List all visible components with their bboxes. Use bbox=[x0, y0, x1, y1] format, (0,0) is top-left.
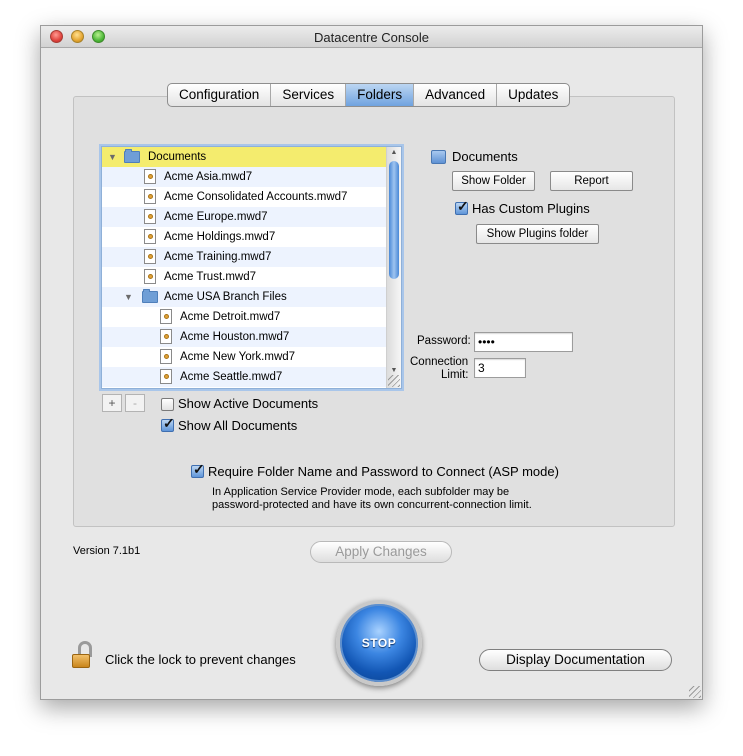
title-bar[interactable]: Datacentre Console bbox=[41, 26, 702, 48]
window-resize-grip-icon[interactable] bbox=[689, 686, 701, 698]
row-label: Acme Europe.mwd7 bbox=[164, 211, 268, 223]
apply-changes-button[interactable]: Apply Changes bbox=[310, 541, 452, 563]
connection-limit-label-line2: Limit: bbox=[441, 369, 469, 381]
asp-mode-checkbox[interactable] bbox=[191, 461, 205, 478]
list-item[interactable]: Acme Training.mwd7 bbox=[102, 247, 401, 267]
report-button[interactable]: Report bbox=[550, 171, 633, 191]
asp-description-line2: password-protected and have its own conc… bbox=[212, 499, 532, 511]
tab-services[interactable]: Services bbox=[271, 84, 347, 106]
document-icon bbox=[144, 269, 156, 284]
document-icon bbox=[160, 309, 172, 324]
tab-folders[interactable]: Folders bbox=[346, 84, 415, 106]
show-active-documents-label: Show Active Documents bbox=[178, 396, 319, 411]
document-icon bbox=[160, 369, 172, 384]
connection-limit-label-line1: Connection bbox=[410, 356, 469, 368]
row-label: Acme Training.mwd7 bbox=[164, 251, 272, 263]
display-documentation-button[interactable]: Display Documentation bbox=[479, 649, 672, 671]
asp-description-line1: In Application Service Provider mode, ea… bbox=[212, 486, 510, 498]
tab-advanced[interactable]: Advanced bbox=[414, 84, 498, 106]
show-plugins-folder-button[interactable]: Show Plugins folder bbox=[476, 224, 599, 244]
folder-icon bbox=[142, 289, 158, 303]
show-folder-button[interactable]: Show Folder bbox=[452, 171, 535, 191]
list-item[interactable]: Acme New York.mwd7 bbox=[102, 347, 401, 367]
scroll-down-arrow-icon[interactable]: ▼ bbox=[387, 367, 401, 374]
list-item[interactable]: Acme Seattle.mwd7 bbox=[102, 367, 401, 387]
main-window: Datacentre Console Configuration Service… bbox=[40, 25, 703, 700]
document-icon bbox=[144, 189, 156, 204]
selected-folder-name: Documents bbox=[452, 149, 518, 164]
row-label: Acme Detroit.mwd7 bbox=[180, 311, 281, 323]
row-label: Acme Holdings.mwd7 bbox=[164, 231, 276, 243]
document-icon bbox=[144, 249, 156, 264]
scroll-up-arrow-icon[interactable]: ▲ bbox=[387, 149, 401, 156]
tab-updates[interactable]: Updates bbox=[497, 84, 569, 106]
connection-limit-field[interactable]: 3 bbox=[474, 358, 526, 378]
list-item[interactable]: Acme Europe.mwd7 bbox=[102, 207, 401, 227]
row-label: Acme Seattle.mwd7 bbox=[180, 371, 283, 383]
list-item[interactable]: Acme Consolidated Accounts.mwd7 bbox=[102, 187, 401, 207]
folder-icon bbox=[431, 150, 446, 164]
list-item[interactable]: Acme Asia.mwd7 bbox=[102, 167, 401, 187]
scroll-thumb[interactable] bbox=[389, 161, 399, 279]
show-all-documents-checkbox[interactable] bbox=[161, 415, 175, 432]
has-custom-plugins-label: Has Custom Plugins bbox=[472, 201, 590, 216]
disclosure-triangle-icon[interactable]: ▼ bbox=[124, 287, 133, 307]
tab-bar: Configuration Services Folders Advanced … bbox=[167, 83, 571, 107]
document-icon bbox=[144, 229, 156, 244]
list-item[interactable]: Acme Holdings.mwd7 bbox=[102, 227, 401, 247]
row-label: Acme New York.mwd7 bbox=[180, 351, 296, 363]
has-custom-plugins-checkbox[interactable] bbox=[455, 198, 469, 215]
document-icon bbox=[160, 329, 172, 344]
password-field[interactable]: •••• bbox=[474, 332, 573, 352]
outline-scrollbar[interactable]: ▲ ▼ bbox=[386, 147, 401, 388]
password-label: Password: bbox=[417, 335, 471, 347]
disclosure-triangle-icon[interactable]: ▼ bbox=[108, 147, 117, 167]
row-label: Acme Houston.mwd7 bbox=[180, 331, 290, 343]
remove-folder-button[interactable]: - bbox=[125, 394, 145, 412]
row-label: Acme Trust.mwd7 bbox=[164, 271, 257, 283]
row-label: Acme USA Branch Files bbox=[164, 291, 287, 303]
folder-icon bbox=[124, 149, 140, 163]
row-label: Acme Asia.mwd7 bbox=[164, 171, 253, 183]
list-item[interactable]: Acme Trust.mwd7 bbox=[102, 267, 401, 287]
add-folder-button[interactable]: + bbox=[102, 394, 122, 412]
outline-row-documents[interactable]: ▼ Documents bbox=[102, 147, 401, 167]
document-icon bbox=[144, 209, 156, 224]
row-label: Documents bbox=[148, 151, 207, 163]
outline-row-usa-branch[interactable]: ▼ Acme USA Branch Files bbox=[102, 287, 401, 307]
stop-button-label: STOP bbox=[361, 636, 397, 650]
show-all-documents-label: Show All Documents bbox=[178, 418, 298, 433]
lock-body-icon[interactable] bbox=[72, 654, 90, 668]
document-icon bbox=[160, 349, 172, 364]
tab-configuration[interactable]: Configuration bbox=[168, 84, 272, 106]
folder-outline-view[interactable]: ▼ Documents Acme Asia.mwd7 Acme Consolid… bbox=[101, 146, 402, 389]
list-item[interactable]: Acme Detroit.mwd7 bbox=[102, 307, 401, 327]
asp-mode-label: Require Folder Name and Password to Conn… bbox=[208, 464, 559, 479]
document-icon bbox=[144, 169, 156, 184]
version-label: Version 7.1b1 bbox=[73, 545, 141, 557]
list-item[interactable]: Acme Houston.mwd7 bbox=[102, 327, 401, 347]
lock-hint-label: Click the lock to prevent changes bbox=[105, 652, 296, 667]
window-title: Datacentre Console bbox=[314, 30, 429, 45]
show-active-documents-checkbox[interactable] bbox=[161, 398, 174, 411]
outline-resize-grip-icon[interactable] bbox=[388, 375, 400, 387]
row-label: Acme Consolidated Accounts.mwd7 bbox=[164, 191, 348, 203]
stop-server-button[interactable]: STOP bbox=[336, 600, 422, 686]
